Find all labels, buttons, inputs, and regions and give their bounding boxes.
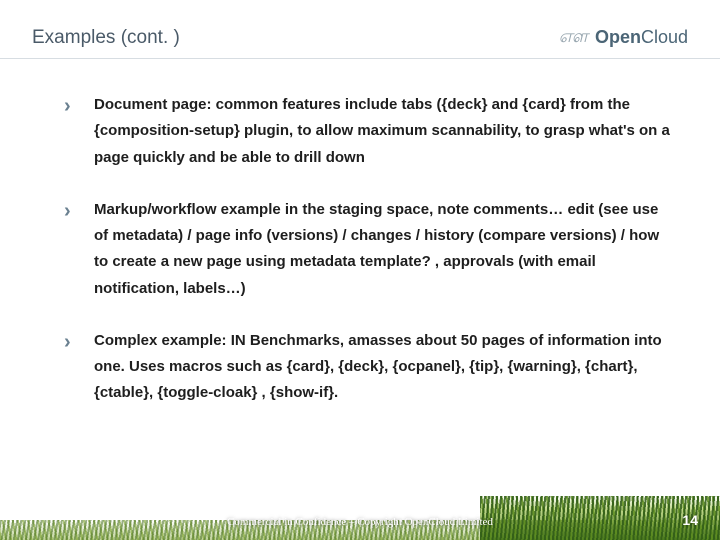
list-item: › Complex example: IN Benchmarks, amasse…: [64, 328, 676, 407]
page-title: Examples (cont. ): [32, 27, 180, 49]
list-item: › Document page: common features include…: [64, 92, 676, 171]
brand-light: Cloud: [641, 27, 688, 47]
chevron-right-icon: ›: [64, 194, 71, 229]
header-divider: [0, 58, 720, 59]
brand-strong: Open: [595, 27, 641, 47]
slide: Examples (cont. ) எள OpenCloud › Documen…: [0, 0, 720, 540]
header: Examples (cont. ) எள OpenCloud: [32, 26, 688, 49]
chevron-right-icon: ›: [64, 89, 71, 124]
list-item: › Markup/workflow example in the staging…: [64, 197, 676, 302]
confidential-text: Commercial in Confidence – Copyright Ope…: [0, 516, 720, 528]
list-item-text: Markup/workflow example in the staging s…: [94, 201, 659, 297]
page-number: 14: [682, 512, 698, 528]
brand-logo: எள OpenCloud: [559, 26, 688, 49]
footer: Commercial in Confidence – Copyright Ope…: [0, 496, 720, 540]
chevron-right-icon: ›: [64, 325, 71, 360]
list-item-text: Document page: common features include t…: [94, 96, 670, 166]
bullet-list: › Document page: common features include…: [64, 92, 676, 407]
content: › Document page: common features include…: [64, 92, 676, 433]
brand-text: OpenCloud: [595, 27, 688, 48]
list-item-text: Complex example: IN Benchmarks, amasses …: [94, 332, 662, 402]
brand-squiggle-icon: எள: [559, 26, 587, 49]
